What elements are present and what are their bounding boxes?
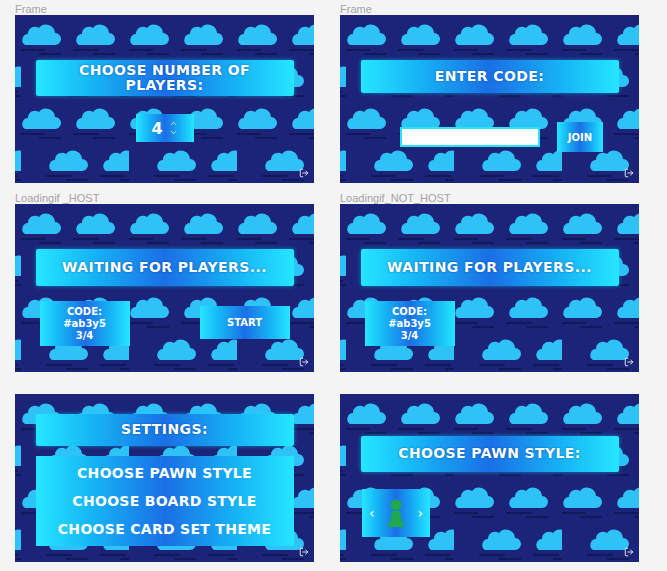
player-count: 3/4 xyxy=(76,330,94,342)
spinner-arrows[interactable] xyxy=(169,119,178,137)
exit-icon[interactable] xyxy=(624,168,634,178)
join-button[interactable]: JOIN xyxy=(557,122,603,152)
code-box: CODE:#ab3y53/4 xyxy=(40,301,130,346)
settings-option[interactable]: CHOOSE CARD SET THEME xyxy=(58,515,271,543)
cloud-pattern xyxy=(15,204,314,372)
waiting-row: CODE:#ab3y53/4 xyxy=(365,301,615,346)
exit-icon[interactable] xyxy=(299,168,309,178)
title-panel: SETTINGS: xyxy=(36,414,294,446)
cloud-pattern xyxy=(340,15,639,183)
cloud-pattern xyxy=(15,15,314,183)
frame-content: CHOOSE NUMBER OF PLAYERS: 4 xyxy=(15,15,314,183)
frame-label: Frame xyxy=(340,3,639,15)
frame-label xyxy=(340,382,639,394)
title-panel: WAITING FOR PLAYERS... xyxy=(361,249,619,286)
code-input[interactable] xyxy=(400,127,540,147)
start-button[interactable]: START xyxy=(200,306,290,339)
title-panel: CHOOSE NUMBER OF PLAYERS: xyxy=(36,60,294,96)
chevron-down-icon[interactable] xyxy=(169,128,178,137)
screen-frame: WAITING FOR PLAYERS... CODE:#ab3y53/4 xyxy=(340,204,639,372)
title-text: CHOOSE PAWN STYLE: xyxy=(398,446,581,461)
next-button[interactable]: › xyxy=(415,505,425,521)
exit-icon[interactable] xyxy=(299,547,309,557)
title-text: CHOOSE NUMBER OF PLAYERS: xyxy=(46,63,284,93)
frame-content: ENTER CODE: JOIN xyxy=(340,15,639,183)
design-canvas: FrameCHOOSE NUMBER OF PLAYERS:4FrameENTE… xyxy=(0,0,667,571)
title-panel: CHOOSE PAWN STYLE: xyxy=(361,436,619,472)
title-text: WAITING FOR PLAYERS... xyxy=(62,260,267,275)
exit-button[interactable] xyxy=(624,547,634,557)
cloud-pattern xyxy=(340,204,639,372)
frame-cell: Frame ENTER CODE: JOIN xyxy=(340,3,639,192)
exit-button[interactable] xyxy=(624,168,634,178)
code-box: CODE:#ab3y53/4 xyxy=(365,301,455,346)
exit-icon[interactable] xyxy=(299,357,309,367)
title-text: ENTER CODE: xyxy=(435,69,544,84)
frame-content: WAITING FOR PLAYERS... CODE:#ab3y53/4 xyxy=(340,204,639,372)
frame-label: Loadingif _HOST xyxy=(15,192,314,204)
screen-frame: SETTINGS: CHOOSE PAWN STYLECHOOSE BOARD S… xyxy=(15,394,314,562)
code-label: CODE: xyxy=(392,306,427,318)
exit-button[interactable] xyxy=(299,357,309,367)
frame-cell: Loadingif_NOT_HOSTWAITING FOR PLAYERS...… xyxy=(340,192,639,381)
exit-icon[interactable] xyxy=(624,357,634,367)
screen-frame: CHOOSE NUMBER OF PLAYERS: 4 xyxy=(15,15,314,183)
frame-content: CHOOSE PAWN STYLE:‹› xyxy=(340,394,639,562)
exit-button[interactable] xyxy=(299,547,309,557)
player-count-value: 4 xyxy=(151,119,162,138)
title-text: WAITING FOR PLAYERS... xyxy=(387,260,592,275)
prev-button[interactable]: ‹ xyxy=(367,505,377,521)
join-row: JOIN xyxy=(376,122,603,152)
code-value: #ab3y5 xyxy=(63,318,106,330)
code-value: #ab3y5 xyxy=(388,318,431,330)
screen-frame: ENTER CODE: JOIN xyxy=(340,15,639,183)
settings-option[interactable]: CHOOSE BOARD STYLE xyxy=(72,487,256,515)
code-label: CODE: xyxy=(67,306,102,318)
exit-icon[interactable] xyxy=(624,547,634,557)
title-panel: ENTER CODE: xyxy=(361,60,619,93)
settings-option[interactable]: CHOOSE PAWN STYLE xyxy=(77,459,252,487)
pawn-picker: ‹› xyxy=(362,489,430,537)
frame-content: WAITING FOR PLAYERS... CODE:#ab3y53/4 STAR… xyxy=(15,204,314,372)
exit-button[interactable] xyxy=(299,168,309,178)
screen-frame: CHOOSE PAWN STYLE:‹› xyxy=(340,394,639,562)
frame-label: Frame xyxy=(15,3,314,15)
frame-label: Loadingif_NOT_HOST xyxy=(340,192,639,204)
frame-cell: CHOOSE PAWN STYLE:‹› xyxy=(340,382,639,571)
frame-content: SETTINGS: CHOOSE PAWN STYLECHOOSE BOARD S… xyxy=(15,394,314,562)
waiting-row: CODE:#ab3y53/4 START xyxy=(40,301,290,346)
screen-frame: WAITING FOR PLAYERS... CODE:#ab3y53/4 STAR… xyxy=(15,204,314,372)
pawn-icon xyxy=(387,498,405,528)
frame-cell: Frame CHOOSE NUMBER OF PLAYERS: 4 xyxy=(15,3,314,192)
player-count: 3/4 xyxy=(401,330,419,342)
player-count-spinner[interactable]: 4 xyxy=(136,114,194,142)
frame-cell: SETTINGS: CHOOSE PAWN STYLECHOOSE BOARD S… xyxy=(15,382,314,571)
chevron-up-icon[interactable] xyxy=(169,119,178,128)
frame-cell: Loadingif _HOST WAITING FOR PLAYERS... COD… xyxy=(15,192,314,381)
frame-label xyxy=(15,382,314,394)
title-text: SETTINGS: xyxy=(121,422,208,437)
settings-options: CHOOSE PAWN STYLECHOOSE BOARD STYLECHOOS… xyxy=(36,456,294,546)
title-panel: WAITING FOR PLAYERS... xyxy=(36,249,294,286)
exit-button[interactable] xyxy=(624,357,634,367)
